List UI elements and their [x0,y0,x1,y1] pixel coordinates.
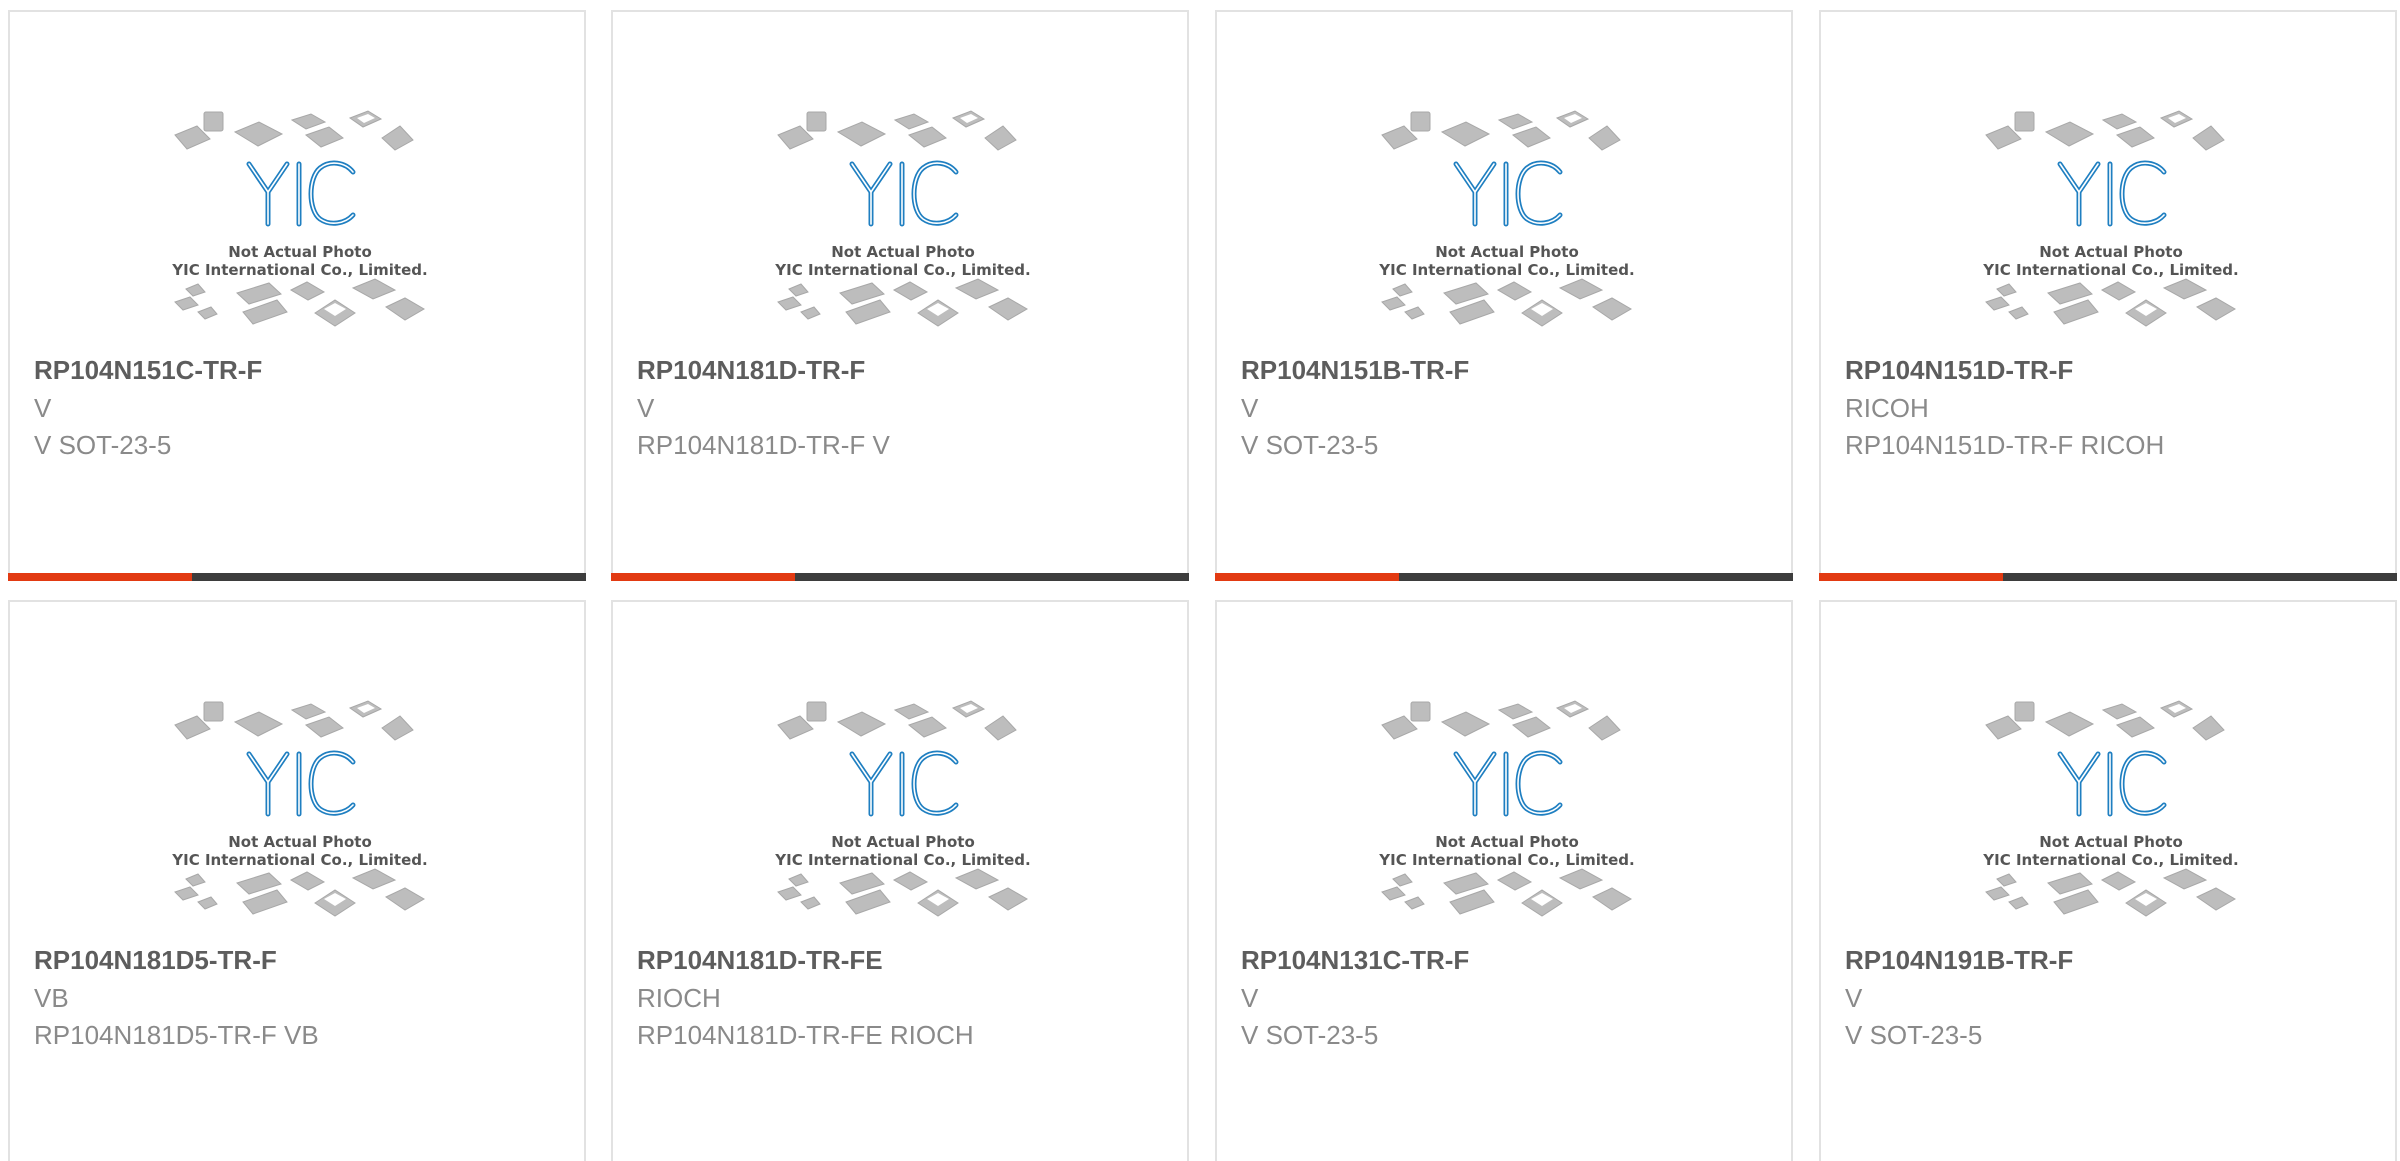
photo-caption-not-actual: Not Actual Photo [2039,833,2183,851]
product-description: RP104N181D5-TR-F VB [34,1020,319,1050]
product-brand: V [1241,983,1259,1013]
product-card[interactable]: Not Actual Photo YIC International Co., L… [1819,10,2397,581]
product-brand: RIOCH [637,983,721,1013]
product-brand: V [34,393,52,423]
photo-caption-not-actual: Not Actual Photo [228,833,372,851]
photo-caption-company: YIC International Co., Limited. [171,851,427,869]
photo-caption-not-actual: Not Actual Photo [2039,243,2183,261]
product-photo-placeholder[interactable]: Not Actual Photo YIC International Co., L… [1976,692,2246,937]
photo-caption-company: YIC International Co., Limited. [1982,851,2238,869]
product-brand: V [1241,393,1259,423]
photo-caption-company: YIC International Co., Limited. [171,261,427,279]
product-description: V SOT-23-5 [1241,1020,1379,1050]
photo-caption-company: YIC International Co., Limited. [774,261,1030,279]
card-footer-accent [1819,573,2003,581]
product-part-number[interactable]: RP104N131C-TR-F [1241,945,1469,976]
product-photo-placeholder[interactable]: Not Actual Photo YIC International Co., L… [768,102,1038,347]
photo-caption-not-actual: Not Actual Photo [1435,243,1579,261]
product-part-number[interactable]: RP104N151C-TR-F [34,355,262,386]
product-photo-placeholder[interactable]: Not Actual Photo YIC International Co., L… [165,102,435,347]
product-part-number[interactable]: RP104N151D-TR-F [1845,355,2073,386]
card-footer-accent [8,573,192,581]
product-description: V SOT-23-5 [1241,430,1379,460]
not-actual-photo-image: Not Actual PhotoYIC International Co., L… [774,700,1031,917]
product-brand: VB [34,983,69,1013]
photo-caption-company: YIC International Co., Limited. [1378,851,1634,869]
card-footer-bar [8,573,586,581]
product-grid: Not Actual Photo YIC International Co., L… [0,0,2400,1161]
product-photo-placeholder[interactable]: Not Actual Photo YIC International Co., L… [1372,692,1642,937]
not-actual-photo-image: Not Actual PhotoYIC International Co., L… [1982,110,2239,327]
photo-caption-company: YIC International Co., Limited. [774,851,1030,869]
product-description: RP104N181D-TR-F V [637,430,890,460]
product-photo-placeholder[interactable]: Not Actual Photo YIC International Co., L… [768,692,1038,937]
product-description: V SOT-23-5 [34,430,172,460]
product-part-number[interactable]: RP104N151B-TR-F [1241,355,1469,386]
product-description: RP104N151D-TR-F RICOH [1845,430,2165,460]
card-footer-accent [611,573,795,581]
photo-caption-company: YIC International Co., Limited. [1982,261,2238,279]
card-footer-bar [611,573,1189,581]
not-actual-photo-image: Not Actual PhotoYIC International Co., L… [1378,110,1635,327]
product-card[interactable]: Not Actual Photo YIC International Co., L… [611,600,1189,1161]
card-footer-bar [1215,573,1793,581]
photo-caption-company: YIC International Co., Limited. [1378,261,1634,279]
not-actual-photo-image: Not Actual PhotoYIC International Co., L… [1378,700,1635,917]
product-brand: RICOH [1845,393,1929,423]
not-actual-photo-image: Not Actual PhotoYIC International Co., L… [171,110,428,327]
product-card[interactable]: Not Actual Photo YIC International Co., L… [8,600,586,1161]
product-part-number[interactable]: RP104N181D-TR-F [637,355,865,386]
product-description: V SOT-23-5 [1845,1020,1983,1050]
product-part-number[interactable]: RP104N191B-TR-F [1845,945,2073,976]
product-description: RP104N181D-TR-FE RIOCH [637,1020,974,1050]
photo-caption-not-actual: Not Actual Photo [831,243,975,261]
product-card[interactable]: Not Actual Photo YIC International Co., L… [1819,600,2397,1161]
product-card[interactable]: Not Actual Photo YIC International Co., L… [1215,10,1793,581]
product-card[interactable]: Not Actual Photo YIC International Co., L… [8,10,586,581]
product-part-number[interactable]: RP104N181D5-TR-F [34,945,277,976]
product-brand: V [637,393,655,423]
product-photo-placeholder[interactable]: Not Actual Photo YIC International Co., L… [1976,102,2246,347]
product-part-number[interactable]: RP104N181D-TR-FE [637,945,883,976]
photo-caption-not-actual: Not Actual Photo [1435,833,1579,851]
not-actual-photo-image: Not Actual PhotoYIC International Co., L… [774,110,1031,327]
product-brand: V [1845,983,1863,1013]
photo-caption-not-actual: Not Actual Photo [228,243,372,261]
photo-caption-not-actual: Not Actual Photo [831,833,975,851]
product-photo-placeholder[interactable]: Not Actual Photo YIC International Co., L… [1372,102,1642,347]
product-card[interactable]: Not Actual Photo YIC International Co., L… [1215,600,1793,1161]
product-card[interactable]: Not Actual Photo YIC International Co., L… [611,10,1189,581]
not-actual-photo-image: Not Actual PhotoYIC International Co., L… [1982,700,2239,917]
card-footer-bar [1819,573,2397,581]
product-photo-placeholder[interactable]: Not Actual Photo YIC International Co., L… [165,692,435,937]
not-actual-photo-image: Not Actual PhotoYIC International Co., L… [171,700,428,917]
card-footer-accent [1215,573,1399,581]
